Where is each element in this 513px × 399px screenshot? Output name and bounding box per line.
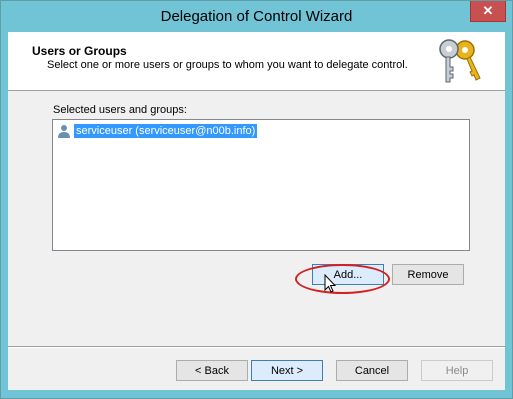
wizard-window: Delegation of Control Wizard ✕ Users or … — [0, 0, 513, 399]
wizard-client-area: Users or Groups Select one or more users… — [8, 32, 505, 390]
button-divider — [8, 346, 505, 348]
window-frame-bottom — [1, 390, 512, 398]
list-item-label: serviceuser (serviceuser@n00b.info) — [74, 124, 258, 138]
window-title: Delegation of Control Wizard — [160, 8, 353, 25]
close-icon: ✕ — [482, 3, 494, 18]
close-button[interactable]: ✕ — [470, 1, 506, 22]
keys-icon — [439, 39, 481, 83]
next-button[interactable]: Next > — [251, 360, 323, 381]
help-button[interactable]: Help — [421, 360, 493, 381]
back-button[interactable]: < Back — [176, 360, 248, 381]
wizard-header: Users or Groups Select one or more users… — [8, 32, 505, 91]
list-item[interactable]: serviceuser (serviceuser@n00b.info) — [57, 123, 258, 139]
add-button[interactable]: Add... — [312, 264, 384, 285]
user-icon — [58, 125, 70, 138]
cancel-button[interactable]: Cancel — [336, 360, 408, 381]
window-frame-right — [505, 32, 512, 390]
window-frame-left — [1, 32, 8, 390]
page-subtitle: Select one or more users or groups to wh… — [47, 59, 408, 71]
title-bar[interactable]: Delegation of Control Wizard ✕ — [1, 1, 512, 32]
selected-users-list[interactable]: serviceuser (serviceuser@n00b.info) — [52, 119, 470, 251]
remove-button[interactable]: Remove — [392, 264, 464, 285]
selected-users-label: Selected users and groups: — [53, 104, 187, 116]
mouse-cursor-icon — [324, 274, 337, 293]
page-title: Users or Groups — [32, 44, 127, 58]
